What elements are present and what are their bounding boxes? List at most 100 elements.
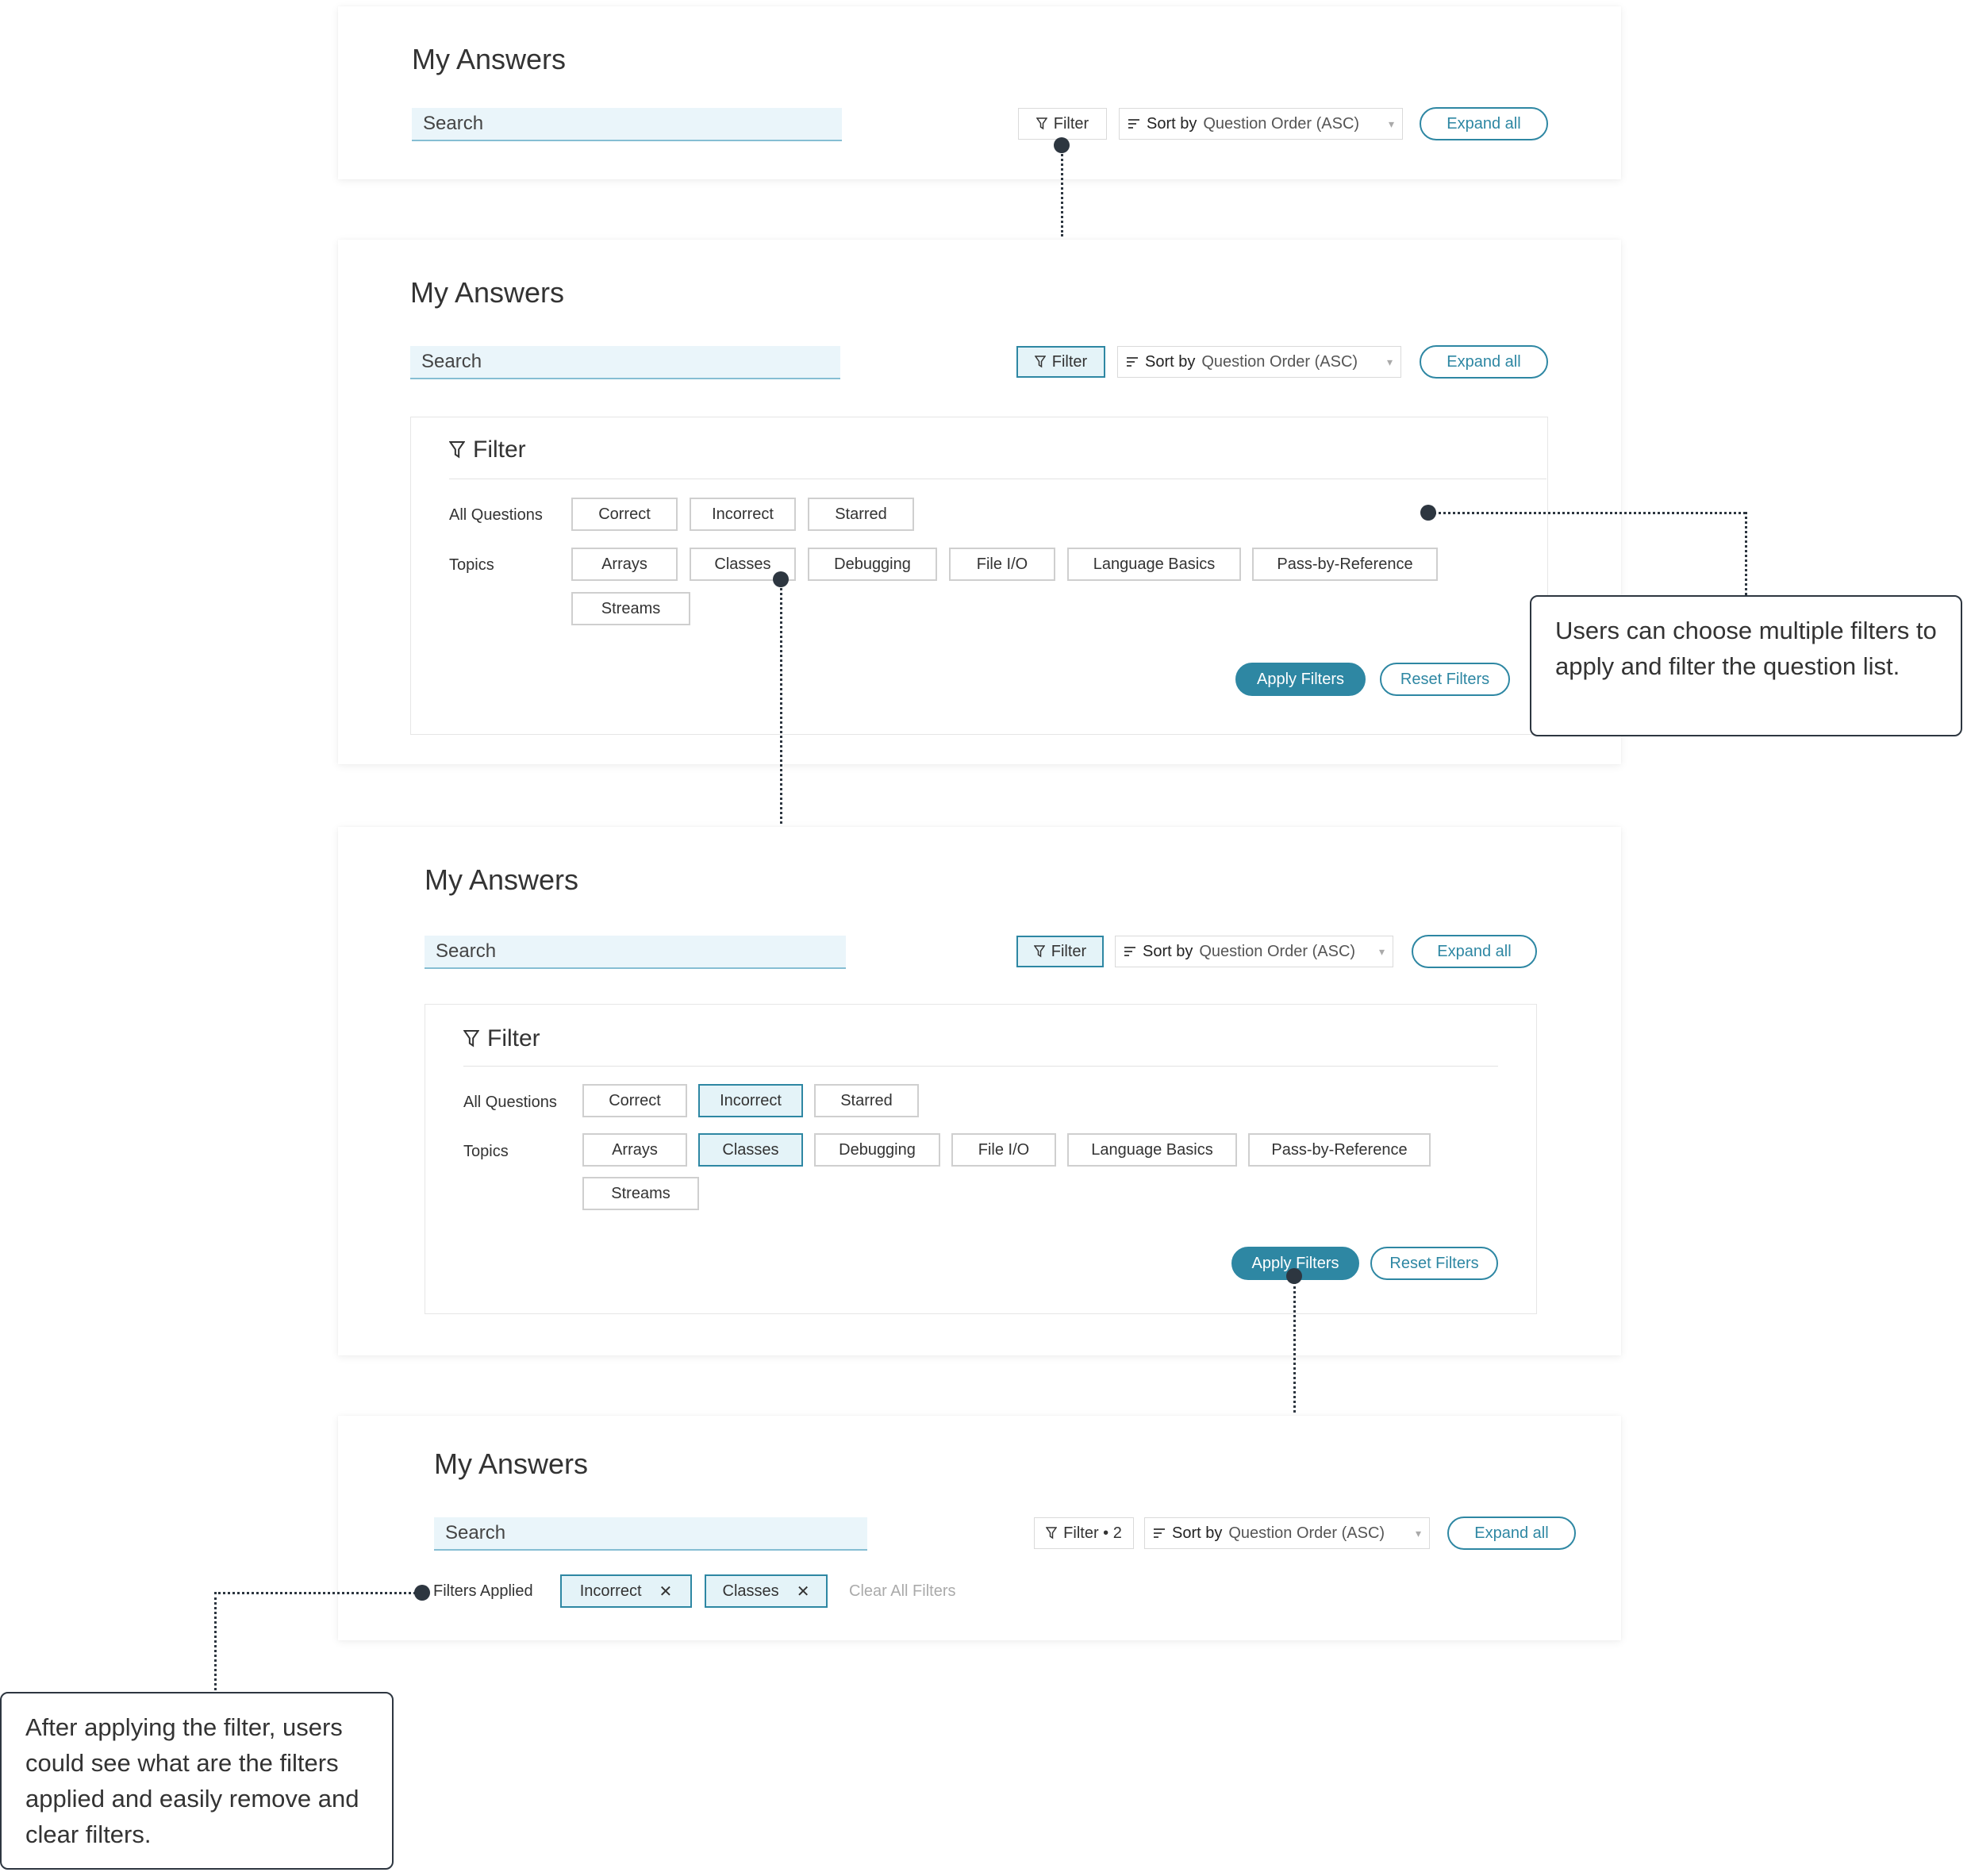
filter-panel-title-text: Filter: [487, 1025, 540, 1051]
all-questions-label: All Questions: [463, 1094, 557, 1111]
funnel-icon: [449, 441, 465, 459]
caret-down-icon: ▾: [1378, 944, 1385, 958]
expand-all-button[interactable]: Expand all: [1412, 935, 1537, 968]
funnel-icon: [463, 1030, 479, 1048]
all-questions-label: All Questions: [449, 506, 543, 524]
screen-4-card: My Answers Search Filter • 2 Sort by Que…: [338, 1416, 1621, 1640]
search-input[interactable]: Search: [425, 936, 846, 969]
topics-label: Topics: [449, 556, 494, 574]
annotation-connector: [1293, 1276, 1296, 1413]
screen-1-card: My Answers Search Filter Sort by Questio…: [338, 6, 1621, 179]
filter-panel: Filter All Questions Correct Incorrect S…: [425, 1004, 1537, 1314]
search-input[interactable]: Search: [412, 108, 842, 141]
annotation-connector: [1745, 512, 1747, 595]
sort-select[interactable]: Sort by Question Order (ASC) ▾: [1119, 108, 1403, 140]
chip-incorrect[interactable]: Incorrect: [698, 1084, 803, 1117]
page-title: My Answers: [412, 43, 567, 75]
caret-down-icon: ▾: [1386, 355, 1393, 368]
sort-lines-icon: [1127, 357, 1138, 367]
sort-label: Sort by: [1147, 114, 1197, 133]
sort-lines-icon: [1124, 947, 1135, 956]
chip-debugging[interactable]: Debugging: [808, 548, 937, 581]
annotation-note-applied: After applying the filter, users could s…: [0, 1692, 394, 1870]
page-title: My Answers: [434, 1447, 589, 1480]
sort-select[interactable]: Sort by Question Order (ASC) ▾: [1117, 346, 1401, 378]
funnel-icon: [1033, 945, 1045, 958]
chip-incorrect[interactable]: Incorrect: [690, 498, 796, 531]
page-title: My Answers: [425, 863, 579, 896]
filter-button[interactable]: Filter • 2: [1034, 1517, 1134, 1549]
filter-count-label: Filter • 2: [1063, 1524, 1122, 1542]
divider: [463, 1066, 1498, 1067]
close-icon[interactable]: ✕: [659, 1582, 673, 1601]
sort-lines-icon: [1128, 119, 1139, 129]
reset-filters-button[interactable]: Reset Filters: [1370, 1247, 1498, 1280]
sort-value: Question Order (ASC): [1199, 942, 1356, 960]
sort-value: Question Order (ASC): [1201, 352, 1358, 371]
filter-button[interactable]: Filter: [1016, 936, 1104, 967]
chip-arrays[interactable]: Arrays: [582, 1133, 687, 1167]
filter-button[interactable]: Filter: [1018, 108, 1107, 140]
applied-tag-incorrect[interactable]: Incorrect ✕: [560, 1574, 692, 1608]
chip-debugging[interactable]: Debugging: [814, 1133, 940, 1167]
filter-panel-title: Filter: [463, 1025, 540, 1052]
sort-value: Question Order (ASC): [1228, 1524, 1385, 1542]
sort-select[interactable]: Sort by Question Order (ASC) ▾: [1115, 936, 1393, 967]
applied-tag-label: Classes: [722, 1582, 779, 1600]
chip-arrays[interactable]: Arrays: [571, 548, 678, 581]
annotation-connector: [1061, 145, 1063, 236]
chip-language-basics[interactable]: Language Basics: [1067, 548, 1241, 581]
sort-select[interactable]: Sort by Question Order (ASC) ▾: [1144, 1517, 1430, 1549]
annotation-connector: [1428, 512, 1746, 514]
sort-label: Sort by: [1145, 352, 1196, 371]
topics-label: Topics: [463, 1143, 509, 1160]
chip-file-io[interactable]: File I/O: [951, 1133, 1056, 1167]
filters-applied-label: Filters Applied: [433, 1582, 533, 1600]
expand-all-button[interactable]: Expand all: [1420, 107, 1548, 140]
filter-label: Filter: [1051, 942, 1087, 960]
chip-starred[interactable]: Starred: [808, 498, 914, 531]
filter-button[interactable]: Filter: [1016, 346, 1105, 378]
filter-panel-title-text: Filter: [473, 436, 526, 463]
annotation-connector: [214, 1592, 416, 1594]
screen-3-card: My Answers Search Filter Sort by Questio…: [338, 827, 1621, 1355]
caret-down-icon: ▾: [1388, 117, 1394, 130]
page-title: My Answers: [410, 276, 565, 309]
chip-pass-by-reference[interactable]: Pass-by-Reference: [1252, 548, 1438, 581]
applied-tag-label: Incorrect: [579, 1582, 642, 1600]
caret-down-icon: ▾: [1415, 1526, 1421, 1540]
funnel-icon: [1034, 356, 1046, 368]
expand-all-button[interactable]: Expand all: [1447, 1517, 1576, 1550]
sort-label: Sort by: [1172, 1524, 1223, 1542]
chip-correct[interactable]: Correct: [582, 1084, 687, 1117]
apply-filters-button[interactable]: Apply Filters: [1235, 663, 1366, 696]
chip-classes[interactable]: Classes: [698, 1133, 803, 1167]
filter-panel: Filter All Questions Correct Incorrect S…: [410, 417, 1548, 735]
chip-pass-by-reference[interactable]: Pass-by-Reference: [1248, 1133, 1431, 1167]
chip-streams[interactable]: Streams: [582, 1177, 699, 1210]
filter-label: Filter: [1051, 352, 1088, 371]
search-input[interactable]: Search: [410, 346, 840, 379]
reset-filters-button[interactable]: Reset Filters: [1380, 663, 1510, 696]
clear-all-filters-link[interactable]: Clear All Filters: [849, 1582, 955, 1601]
sort-label: Sort by: [1143, 942, 1193, 960]
chip-streams[interactable]: Streams: [571, 592, 690, 625]
sort-lines-icon: [1154, 1528, 1165, 1538]
sort-value: Question Order (ASC): [1203, 114, 1360, 133]
chip-file-io[interactable]: File I/O: [949, 548, 1055, 581]
filter-panel-title: Filter: [449, 436, 526, 463]
chip-starred[interactable]: Starred: [814, 1084, 919, 1117]
search-input[interactable]: Search: [434, 1517, 867, 1551]
applied-tag-classes[interactable]: Classes ✕: [705, 1574, 828, 1608]
screen-2-card: My Answers Search Filter Sort by Questio…: [338, 240, 1621, 764]
expand-all-button[interactable]: Expand all: [1420, 345, 1548, 379]
chip-language-basics[interactable]: Language Basics: [1067, 1133, 1237, 1167]
funnel-icon: [1046, 1527, 1058, 1540]
annotation-note-multi-filter: Users can choose multiple filters to app…: [1530, 595, 1962, 736]
chip-correct[interactable]: Correct: [571, 498, 678, 531]
annotation-dot: [414, 1585, 430, 1601]
close-icon[interactable]: ✕: [797, 1582, 810, 1601]
annotation-connector: [214, 1592, 217, 1690]
filter-label: Filter: [1053, 114, 1089, 133]
annotation-connector: [780, 579, 782, 824]
